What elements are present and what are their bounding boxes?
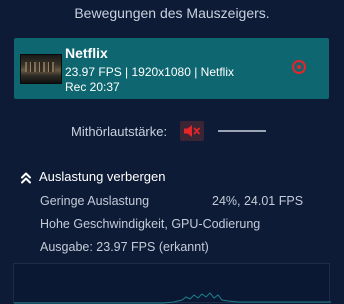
encoding-mode: Hohe Geschwindigkeit, GPU-Codierung: [40, 217, 261, 231]
monitor-volume-label: Mithörlautstärke:: [71, 124, 168, 139]
source-meta: 23.97 FPS | 1920x1080 | Netflix: [65, 65, 235, 79]
source-card[interactable]: Netflix 23.97 FPS | 1920x1080 | Netflix …: [14, 38, 329, 99]
monitor-volume-slider[interactable]: [218, 130, 266, 132]
load-graph: [13, 263, 331, 304]
source-title: Netflix: [65, 45, 108, 61]
hint-text: Bewegungen des Mauszeigers.: [74, 5, 270, 21]
source-thumbnail: [20, 54, 62, 84]
toggle-stats-label: Auslastung verbergen: [39, 169, 166, 184]
record-icon[interactable]: [292, 60, 306, 74]
speaker-muted-icon: [184, 125, 200, 137]
load-graph-line: [14, 292, 331, 304]
mute-button[interactable]: [180, 121, 204, 141]
double-chevron-up-icon: [21, 172, 31, 184]
load-label: Geringe Auslastung: [40, 194, 150, 208]
recording-time: Rec 20:37: [65, 80, 120, 94]
output-fps: Ausgabe: 23.97 FPS (erkannt): [40, 240, 209, 254]
load-value: 24%, 24.01 FPS: [212, 194, 304, 208]
